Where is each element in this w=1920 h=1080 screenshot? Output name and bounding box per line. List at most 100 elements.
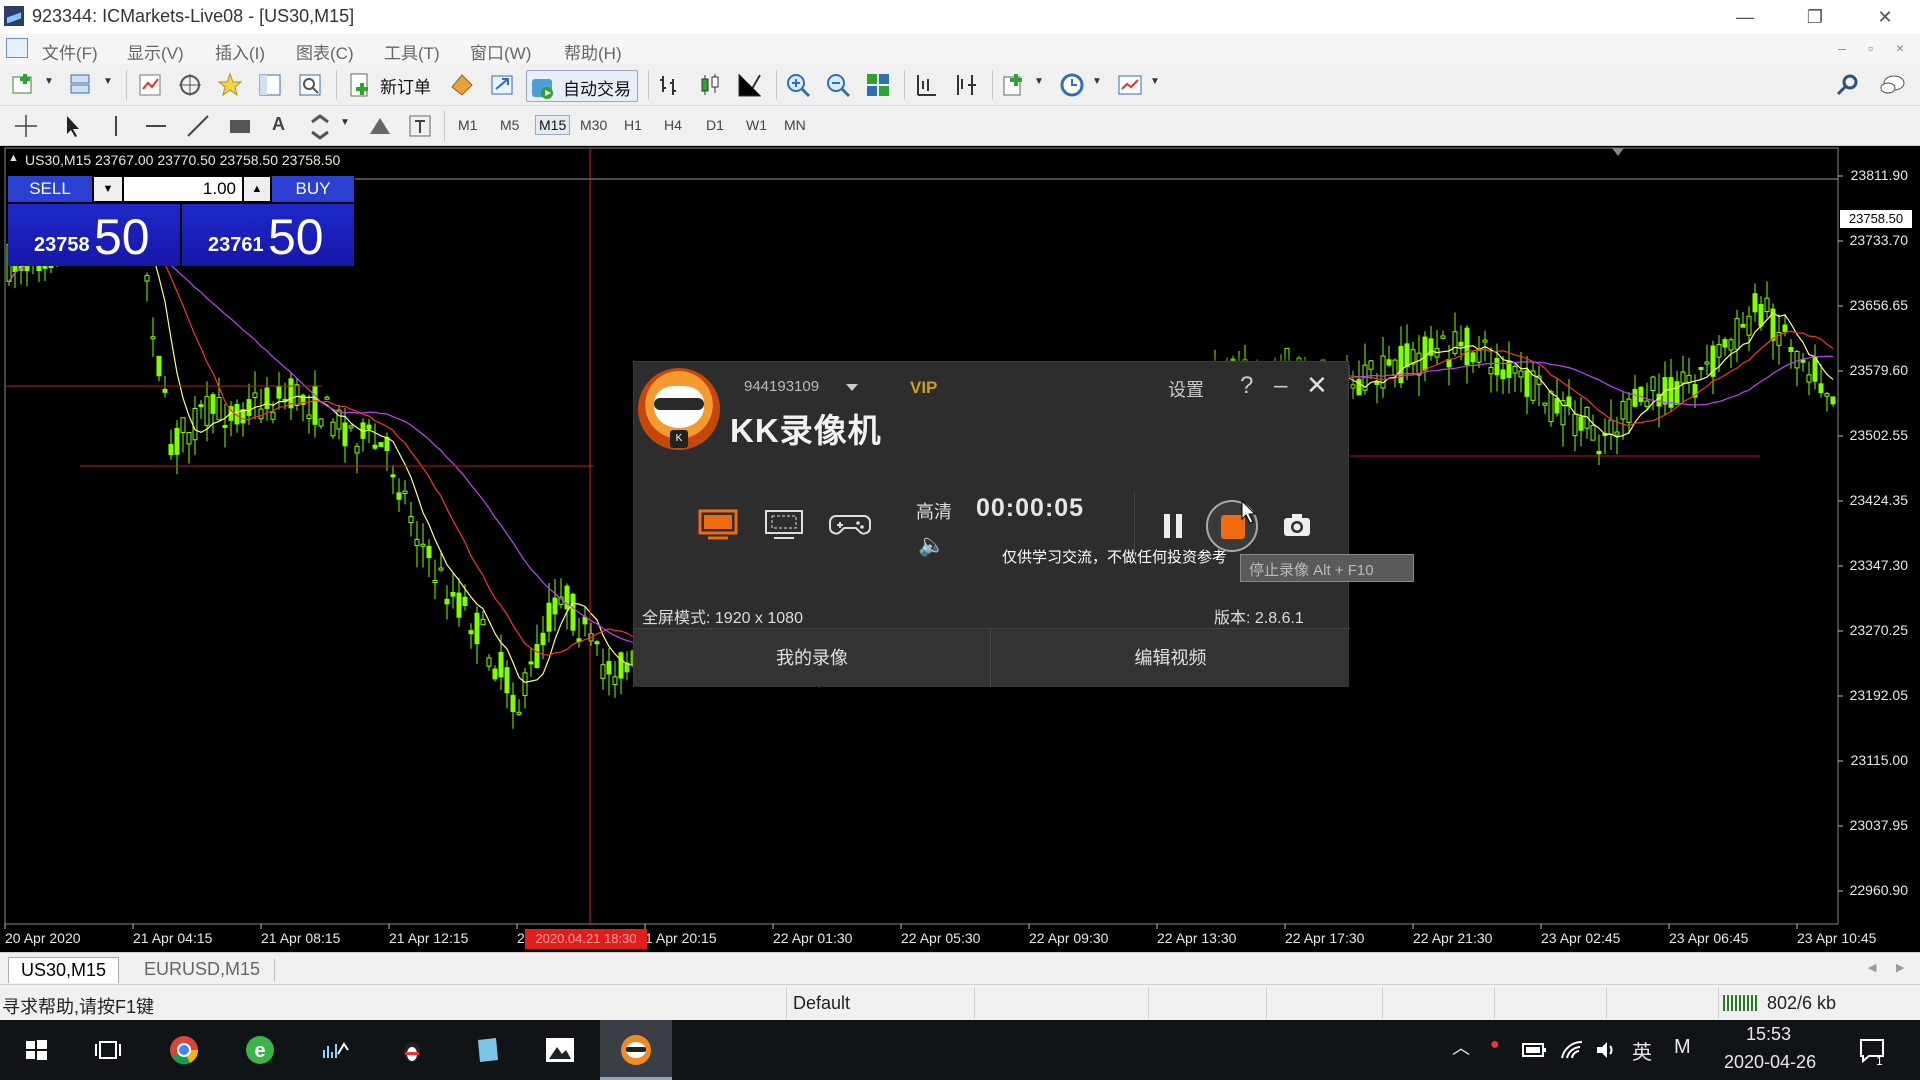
terminal-icon[interactable] bbox=[256, 71, 284, 99]
kk-account-id[interactable]: 944193109 bbox=[744, 378, 819, 395]
ime-indicator[interactable]: 英 bbox=[1632, 1036, 1652, 1065]
speaker-icon[interactable]: 🔈 bbox=[918, 532, 945, 558]
templates-dropdown-icon[interactable]: ▼ bbox=[1150, 76, 1160, 87]
new-chart-dropdown-icon[interactable]: ▼ bbox=[44, 76, 54, 87]
search-icon[interactable] bbox=[1834, 71, 1862, 99]
kk-vip-badge[interactable]: VIP bbox=[910, 378, 937, 398]
new-order-icon[interactable] bbox=[346, 71, 374, 99]
arrows-dropdown-icon[interactable]: ▼ bbox=[340, 117, 350, 128]
tabs-scroll-right-icon[interactable]: ▶ bbox=[1896, 961, 1904, 974]
mdi-minimize-button[interactable]: – bbox=[1838, 40, 1846, 56]
tray-qq-icon[interactable]: ● bbox=[1490, 1036, 1500, 1054]
menu-tools[interactable]: 工具(T) bbox=[384, 39, 440, 64]
crosshair-icon[interactable] bbox=[12, 112, 40, 140]
cursor-icon[interactable] bbox=[58, 112, 86, 140]
indicators-icon[interactable] bbox=[1000, 71, 1028, 99]
tab-us30-m15[interactable]: US30,M15 bbox=[8, 957, 120, 983]
ime-mode-indicator[interactable]: M bbox=[1674, 1036, 1691, 1059]
timeframe-mn[interactable]: MN bbox=[784, 117, 806, 133]
periods-dropdown-icon[interactable]: ▼ bbox=[1092, 76, 1102, 87]
metatrader-taskbar-icon[interactable] bbox=[316, 1030, 356, 1070]
templates-icon[interactable] bbox=[1116, 71, 1144, 99]
kk-settings-button[interactable]: 设置 bbox=[1168, 376, 1204, 402]
clock-date[interactable]: 2020-04-26 bbox=[1724, 1052, 1816, 1073]
kk-minimize-icon[interactable]: – bbox=[1274, 372, 1287, 400]
strategy-tester-icon[interactable] bbox=[296, 71, 324, 99]
navigator-icon[interactable] bbox=[216, 71, 244, 99]
tile-windows-icon[interactable] bbox=[864, 71, 892, 99]
mdi-close-button[interactable]: × bbox=[1896, 40, 1904, 56]
kk-close-icon[interactable]: ✕ bbox=[1306, 370, 1328, 401]
volume-icon[interactable] bbox=[1594, 1038, 1618, 1062]
windows-start-icon[interactable] bbox=[16, 1030, 56, 1070]
screenshot-camera-icon[interactable] bbox=[1282, 512, 1312, 538]
line-chart-icon[interactable] bbox=[736, 71, 764, 99]
pause-recording-icon[interactable] bbox=[1162, 514, 1184, 538]
zoom-out-icon[interactable] bbox=[824, 71, 852, 99]
chart-collapse-icon[interactable]: ▲ bbox=[8, 152, 19, 164]
triangle-icon[interactable] bbox=[366, 112, 394, 140]
tray-overflow-icon[interactable]: ︿ bbox=[1452, 1034, 1470, 1060]
photos-icon[interactable] bbox=[540, 1030, 580, 1070]
timeframe-m1[interactable]: M1 bbox=[458, 117, 477, 133]
metaeditor-icon[interactable] bbox=[448, 71, 476, 99]
buy-button[interactable]: BUY bbox=[272, 176, 354, 202]
minimize-window-button[interactable]: — bbox=[1710, 0, 1780, 34]
fullscreen-mode-icon[interactable] bbox=[696, 508, 740, 542]
menu-view[interactable]: 显示(V) bbox=[127, 39, 184, 64]
buy-price-tile[interactable]: 23761 50 bbox=[182, 204, 354, 266]
clock-time[interactable]: 15:53 bbox=[1746, 1024, 1791, 1045]
menu-help[interactable]: 帮助(H) bbox=[564, 39, 622, 64]
video-quality-label[interactable]: 高清 bbox=[916, 498, 952, 524]
kk-help-icon[interactable]: ? bbox=[1240, 372, 1253, 400]
bar-chart-icon[interactable] bbox=[656, 71, 684, 99]
vertical-line-icon[interactable] bbox=[102, 112, 130, 140]
rectangle-icon[interactable] bbox=[226, 112, 254, 140]
indicators-dropdown-icon[interactable]: ▼ bbox=[1034, 76, 1044, 87]
data-window-icon[interactable] bbox=[176, 71, 204, 99]
text-tool-icon[interactable]: A bbox=[272, 114, 285, 135]
sell-button[interactable]: SELL bbox=[8, 176, 92, 202]
menu-file[interactable]: 文件(F) bbox=[42, 39, 98, 64]
sell-price-tile[interactable]: 23758 50 bbox=[8, 204, 180, 266]
market-watch-icon[interactable] bbox=[136, 71, 164, 99]
qq-icon[interactable] bbox=[392, 1030, 432, 1070]
timeframe-m15[interactable]: M15 bbox=[535, 115, 571, 135]
mdi-restore-button[interactable]: ▫ bbox=[1868, 40, 1873, 56]
edit-video-button[interactable]: 编辑视频 bbox=[992, 629, 1349, 687]
candlesticks-icon[interactable] bbox=[696, 71, 724, 99]
chart-shift-icon[interactable] bbox=[912, 71, 940, 99]
restore-window-button[interactable]: ❐ bbox=[1780, 0, 1850, 34]
menu-window[interactable]: 窗口(W) bbox=[470, 39, 531, 64]
account-dropdown-icon[interactable] bbox=[846, 384, 858, 391]
chat-icon[interactable] bbox=[1878, 71, 1906, 99]
lot-size-input[interactable]: 1.00 bbox=[124, 177, 242, 201]
timeframe-d1[interactable]: D1 bbox=[706, 117, 724, 133]
fullscreen-icon[interactable] bbox=[488, 71, 516, 99]
text-label-icon[interactable] bbox=[406, 112, 434, 140]
close-window-button[interactable]: ✕ bbox=[1850, 0, 1920, 34]
game-mode-icon[interactable] bbox=[828, 508, 872, 542]
menu-insert[interactable]: 插入(I) bbox=[215, 39, 265, 64]
horizontal-line-icon[interactable] bbox=[142, 112, 170, 140]
timeframe-h1[interactable]: H1 bbox=[624, 117, 642, 133]
new-order-button[interactable]: 新订单 bbox=[380, 73, 431, 98]
trendline-icon[interactable] bbox=[184, 112, 212, 140]
battery-icon[interactable] bbox=[1522, 1040, 1548, 1060]
browser-e-icon[interactable]: e bbox=[240, 1030, 280, 1070]
auto-trading-button[interactable]: 自动交易 bbox=[526, 70, 638, 102]
task-view-icon[interactable] bbox=[88, 1030, 128, 1070]
lot-down-icon[interactable]: ▼ bbox=[94, 177, 122, 201]
timeframe-h4[interactable]: H4 bbox=[664, 117, 682, 133]
profiles-dropdown-icon[interactable]: ▼ bbox=[103, 76, 113, 87]
auto-scroll-icon[interactable] bbox=[952, 71, 980, 99]
my-recordings-button[interactable]: 我的录像 bbox=[634, 629, 991, 687]
timeframe-m5[interactable]: M5 bbox=[500, 117, 519, 133]
zoom-in-icon[interactable] bbox=[784, 71, 812, 99]
periods-clock-icon[interactable] bbox=[1058, 71, 1086, 99]
timeframe-m30[interactable]: M30 bbox=[580, 117, 607, 133]
region-mode-icon[interactable] bbox=[762, 508, 806, 542]
tabs-scroll-left-icon[interactable]: ◀ bbox=[1868, 961, 1876, 974]
kk-recorder-taskbar-button[interactable] bbox=[600, 1020, 672, 1080]
tab-eurusd-m15[interactable]: EURUSD,M15 bbox=[132, 957, 272, 983]
